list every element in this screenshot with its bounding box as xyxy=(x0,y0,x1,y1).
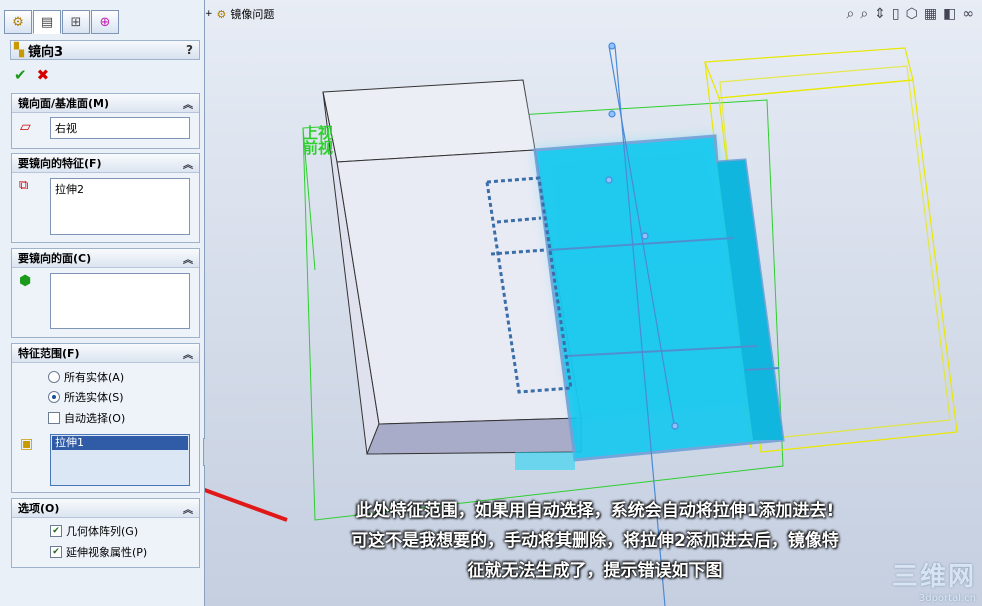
help-button[interactable]: ? xyxy=(186,43,193,57)
auto-select-checkbox[interactable]: 自动选择(O) xyxy=(48,410,125,426)
annotation-line: 可这不是我想要的，手动将其删除，将拉伸2添加进去后，镜像特 xyxy=(351,531,839,551)
collapse-chevron-icon[interactable]: ︽ xyxy=(183,346,193,361)
all-bodies-radio[interactable]: 所有实体(A) xyxy=(48,369,124,385)
mirror-plane-group: 镜向面/基准面(M) ︽ ▱ 右视 xyxy=(11,93,200,149)
display-style-icon[interactable]: ▦ xyxy=(924,6,937,22)
mirror-plane-group-header[interactable]: 镜向面/基准面(M) ︽ xyxy=(12,94,199,113)
feature-tree-flyout[interactable]: + ⚙ 镜像问题 xyxy=(205,6,274,22)
annotation-line: 此处特征范围，如果用自动选择，系统会自动将拉伸1添加进去! xyxy=(355,501,835,521)
features-list-item[interactable]: 拉伸2 xyxy=(55,181,185,197)
faces-to-mirror-group: 要镜向的面(C) ︽ ⬢ xyxy=(11,248,200,338)
appearance-icon[interactable]: ∞ xyxy=(962,6,974,22)
checkbox-checked[interactable]: ✔ xyxy=(50,525,62,537)
propagate-visual-checkbox[interactable]: ✔ 延伸视象属性(P) xyxy=(50,544,147,560)
options-group-title: 选项(O) xyxy=(18,502,60,515)
view-toolbar: ⌕ ⌕ ⇕ ▯ ⬡ ▦ ◧ ∞ xyxy=(846,6,974,22)
front-view-label: 前视 xyxy=(303,139,334,157)
radio-circle[interactable] xyxy=(48,371,60,383)
features-list[interactable]: 拉伸2 xyxy=(50,178,190,235)
propagate-visual-label: 延伸视象属性(P) xyxy=(66,546,148,559)
plane-icon: ▱ xyxy=(20,119,31,135)
collapse-chevron-icon[interactable]: ︽ xyxy=(183,501,193,516)
faces-list[interactable] xyxy=(50,273,190,329)
part-name[interactable]: 镜像问题 xyxy=(230,6,274,22)
collapse-chevron-icon[interactable]: ︽ xyxy=(183,251,193,266)
geometry-pattern-label: 几何体阵列(G) xyxy=(66,525,139,538)
all-bodies-label: 所有实体(A) xyxy=(64,371,125,384)
mirror-feature-icon: ▚ xyxy=(14,42,24,58)
body-cube-icon: ▣ xyxy=(20,436,34,452)
view-orientation-icon[interactable]: ⬡ xyxy=(906,6,918,22)
manager-tabs: ⚙ ▤ ⊞ ⊕ xyxy=(4,10,119,34)
mirror-plane-field[interactable]: 右视 xyxy=(50,117,190,139)
previous-view-icon[interactable]: ⇕ xyxy=(874,6,886,22)
geometry-pattern-checkbox[interactable]: ✔ 几何体阵列(G) xyxy=(50,523,138,539)
annotation-line: 征就无法生成了，提示错误如下图 xyxy=(467,561,723,581)
part-icon: ⚙ xyxy=(216,7,227,21)
bodies-list[interactable]: 拉伸1 xyxy=(50,434,190,486)
features-group-header[interactable]: 要镜向的特征(F) ︽ xyxy=(12,154,199,173)
selected-bodies-radio[interactable]: 所选实体(S) xyxy=(48,389,124,405)
feature-scope-group: 特征范围(F) ︽ 所有实体(A) 所选实体(S) 自动选择(O) ▣ 拉伸1 xyxy=(11,343,200,493)
checkbox-box[interactable] xyxy=(48,412,60,424)
hide-show-icon[interactable]: ◧ xyxy=(943,6,956,22)
bodies-list-item-selected[interactable]: 拉伸1 xyxy=(52,436,188,450)
watermark: 三维网 3dportal.cn xyxy=(892,556,976,604)
auto-select-label: 自动选择(O) xyxy=(64,412,126,425)
feature-tree-tab[interactable]: ⚙ xyxy=(4,10,32,34)
feature-tree-icon: ⚙ xyxy=(12,14,24,30)
zoom-area-icon[interactable]: ⌕ xyxy=(860,6,868,22)
expand-icon[interactable]: + xyxy=(205,9,213,19)
checkbox-checked[interactable]: ✔ xyxy=(50,546,62,558)
display-manager-tab[interactable]: ⊕ xyxy=(91,10,119,34)
watermark-logo: 三维网 xyxy=(891,562,976,592)
property-icon: ▤ xyxy=(40,14,54,30)
features-to-mirror-group: 要镜向的特征(F) ︽ ⧉ 拉伸2 xyxy=(11,153,200,243)
section-view-icon[interactable]: ▯ xyxy=(892,6,900,22)
configuration-icon: ⊞ xyxy=(70,14,82,30)
faces-group-header[interactable]: 要镜向的面(C) ︽ xyxy=(12,249,199,268)
scope-group-title: 特征范围(F) xyxy=(18,347,80,360)
extrude1-body xyxy=(322,79,582,455)
faces-group-title: 要镜向的面(C) xyxy=(18,252,92,265)
pointer-arrow xyxy=(205,487,288,522)
feature-title: 镜向3 xyxy=(28,44,64,60)
options-group: 选项(O) ︽ ✔ 几何体阵列(G) ✔ 延伸视象属性(P) xyxy=(11,498,200,568)
options-group-header[interactable]: 选项(O) ︽ xyxy=(12,499,199,518)
collapse-chevron-icon[interactable]: ︽ xyxy=(183,156,193,171)
property-manager-tab[interactable]: ▤ xyxy=(33,10,61,34)
scope-group-header[interactable]: 特征范围(F) ︽ xyxy=(12,344,199,363)
zoom-to-fit-icon[interactable]: ⌕ xyxy=(846,6,854,22)
crosshair-icon: ⊕ xyxy=(99,14,111,30)
selected-bodies-label: 所选实体(S) xyxy=(64,391,124,404)
radio-circle-selected[interactable] xyxy=(48,391,60,403)
cancel-button[interactable]: ✖ xyxy=(37,66,50,84)
face-cube-icon: ⬢ xyxy=(19,273,32,289)
collapse-chevron-icon[interactable]: ︽ xyxy=(183,96,193,111)
pm-header: ▚ 镜向3 ? xyxy=(10,40,200,60)
watermark-url: 3dportal.cn xyxy=(918,593,976,604)
features-group-title: 要镜向的特征(F) xyxy=(18,157,102,170)
view-label: 上视 前视 xyxy=(303,126,333,156)
configuration-tab[interactable]: ⊞ xyxy=(62,10,90,34)
annotation-text: 此处特征范围，如果用自动选择，系统会自动将拉伸1添加进去! 可这不是我想要的，手… xyxy=(300,496,890,586)
mirror-plane-group-title: 镜向面/基准面(M) xyxy=(18,97,110,110)
features-icon: ⧉ xyxy=(19,178,29,193)
property-manager: ⚙ ▤ ⊞ ⊕ ▚ 镜向3 ? ✔ ✖ 镜向面/基准面(M) ︽ ▱ 右视 要镜… xyxy=(0,0,211,606)
ok-cancel-bar: ✔ ✖ xyxy=(14,66,49,84)
ok-button[interactable]: ✔ xyxy=(14,66,27,84)
